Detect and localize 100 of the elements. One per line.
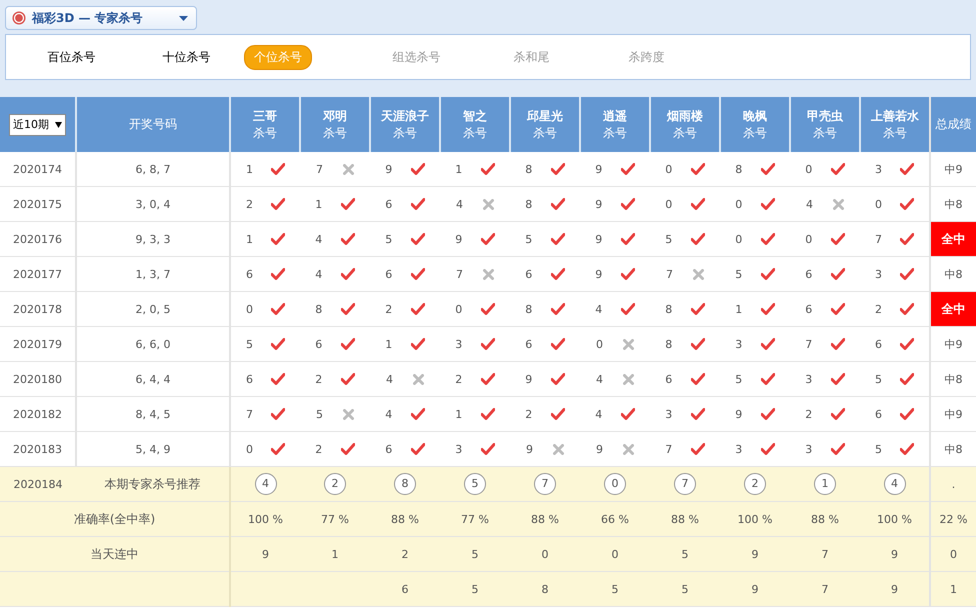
caret-icon (179, 16, 188, 20)
tab[interactable]: 十位杀号 (129, 46, 244, 68)
column-subheading: 杀号 (392, 124, 418, 142)
stat-cell: 5 (650, 572, 720, 606)
recommended-number: 2 (324, 473, 346, 495)
kill-number: 3 (455, 442, 462, 456)
recommended-number: 5 (464, 473, 486, 495)
kill-number: 7 (456, 268, 463, 280)
column-subheading: 杀号 (532, 124, 558, 142)
expert-name: 智之 (462, 108, 488, 124)
issue-cell: 2020178 (0, 292, 76, 326)
stat-cell: 88 % (370, 502, 440, 536)
stat-cell: 7 (790, 572, 860, 606)
kill-number: 2 (805, 408, 812, 420)
row-label: 本期专家杀号推荐 (76, 466, 230, 502)
kill-number: 0 (246, 442, 253, 456)
kill-number: 6 (385, 442, 392, 456)
kill-number: 3 (805, 442, 812, 456)
lottery-selector[interactable]: 福彩3D — 专家杀号 (5, 6, 197, 30)
total-cell: . (930, 466, 976, 502)
kill-number: 0 (805, 162, 812, 176)
kill-number: 9 (526, 442, 533, 456)
period-dropdown[interactable]: 近10期 (9, 114, 66, 136)
kill-number: 1 (455, 162, 462, 176)
kill-number: 5 (316, 408, 323, 420)
kill-number: 4 (315, 268, 322, 280)
recommended-number: 7 (674, 473, 696, 495)
kill-number: 0 (735, 232, 742, 246)
kill-number: 0 (246, 302, 253, 316)
recommended-number: 4 (254, 473, 276, 495)
draw-numbers-cell: 3, 0, 4 (76, 186, 230, 222)
kill-number: 5 (875, 442, 882, 456)
kill-number: 6 (246, 268, 253, 280)
expert-name: 邱星光 (526, 108, 564, 124)
stat-cell: 100 % (230, 502, 300, 536)
row-label: 当天连中 (0, 536, 230, 572)
kill-number: 3 (735, 338, 742, 350)
kill-number: 1 (246, 162, 253, 176)
kill-number: 4 (386, 372, 393, 386)
kill-number: 8 (735, 162, 742, 176)
column-heading: 开奖号码 (129, 117, 177, 131)
total-result-cell: 全中 (930, 222, 976, 256)
total-result-cell: 中9 (930, 326, 976, 362)
kill-number: 5 (735, 372, 742, 386)
kill-number: 6 (665, 372, 672, 386)
kill-number: 3 (455, 338, 462, 350)
kill-number: 4 (595, 408, 602, 420)
kill-number: 5 (525, 232, 532, 246)
issue-cell: 2020179 (0, 326, 76, 362)
kill-number: 2 (455, 372, 462, 386)
draw-numbers-cell: 6, 6, 0 (76, 326, 230, 362)
stat-cell: 1 (300, 536, 370, 572)
stat-cell: 66 % (580, 502, 650, 536)
kill-number: 6 (525, 268, 532, 280)
kill-number: 1 (315, 198, 322, 210)
kill-number: 1 (246, 232, 253, 246)
kill-number: 8 (525, 302, 532, 316)
kill-number: 8 (665, 338, 672, 350)
expert-name: 烟雨楼 (666, 108, 704, 124)
stat-cell: 0 (930, 536, 976, 572)
expert-name: 上善若水 (870, 108, 920, 124)
kill-number: 7 (875, 232, 882, 246)
kill-number: 8 (525, 162, 532, 176)
stat-cell: 100 % (720, 502, 790, 536)
stat-cell: 9 (720, 572, 790, 606)
kill-number: 2 (315, 372, 322, 386)
issue-cell: 2020182 (0, 396, 76, 432)
kill-number: 9 (385, 162, 392, 176)
kill-number: 6 (525, 338, 532, 350)
kill-number: 0 (665, 198, 672, 210)
draw-numbers-cell: 2, 0, 5 (76, 292, 230, 326)
draw-numbers-cell: 8, 4, 5 (76, 396, 230, 432)
total-result-cell: 中9 (930, 396, 976, 432)
total-result-cell: 中8 (930, 362, 976, 396)
draw-numbers-cell: 9, 3, 3 (76, 222, 230, 256)
draw-numbers-cell: 6, 4, 4 (76, 362, 230, 396)
kill-number: 4 (595, 302, 602, 316)
kill-number: 1 (385, 338, 392, 350)
stat-cell: 7 (790, 536, 860, 572)
recommended-number: 4 (884, 473, 906, 495)
kill-number: 5 (735, 268, 742, 280)
recommended-number: 1 (814, 473, 836, 495)
stat-cell: 0 (580, 536, 650, 572)
kill-number: 9 (595, 162, 602, 176)
kill-number: 6 (385, 268, 392, 280)
stat-cell: 9 (720, 536, 790, 572)
kill-number: 2 (875, 302, 882, 316)
kill-number: 6 (875, 338, 882, 350)
lottery-logo-icon (12, 11, 26, 25)
kill-number: 9 (595, 232, 602, 246)
stat-cell: 88 % (790, 502, 860, 536)
issue-cell: 2020176 (0, 222, 76, 256)
stat-cell: 100 % (860, 502, 930, 536)
kill-number: 0 (455, 302, 462, 316)
tab[interactable]: 百位杀号 (14, 46, 129, 68)
column-subheading: 杀号 (742, 124, 768, 142)
kill-number: 4 (456, 198, 463, 210)
stat-cell: 5 (650, 536, 720, 572)
stat-cell: 22 % (930, 502, 976, 536)
kill-number: 7 (665, 442, 672, 456)
